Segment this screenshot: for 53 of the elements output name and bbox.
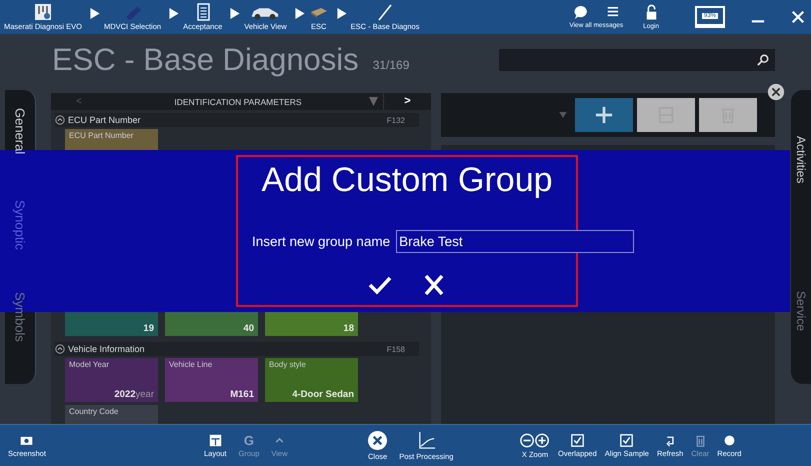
- arrow-icon: [90, 8, 100, 18]
- side-tab[interactable]: Service: [794, 291, 808, 332]
- collapse-icon[interactable]: [55, 115, 65, 125]
- panel-header: IDENTIFICATION PARAMETERS: [173, 96, 303, 106]
- record-icon: [722, 434, 736, 446]
- search-field[interactable]: [499, 49, 775, 71]
- input-field[interactable]: Brake Test: [396, 230, 634, 253]
- unlocked-icon: [646, 4, 657, 21]
- tile-value: 4-Door Sedan: [291, 389, 354, 400]
- checkmark-icon[interactable]: [368, 275, 392, 295]
- arrow-icon: [230, 8, 240, 18]
- page-counter: 31/169: [372, 58, 410, 72]
- side-tab[interactable]: Symbols: [12, 292, 28, 384]
- group-code: F158: [386, 344, 405, 354]
- tile-value: 2022year: [113, 389, 154, 400]
- group-code: F132: [386, 116, 405, 124]
- arrow-icon: [336, 8, 347, 18]
- collapse-icon[interactable]: [55, 344, 65, 354]
- tile-value: M161: [229, 389, 254, 400]
- tile-label: Vehicle Line: [169, 360, 214, 369]
- page-title: ESC - Base Diagnosis: [52, 42, 359, 78]
- tile-value: 40: [242, 323, 254, 334]
- group-name: Vehicle Information: [68, 344, 145, 354]
- search-icon: [757, 54, 769, 66]
- dialog-title: Add Custom Group: [261, 161, 553, 200]
- add-button[interactable]: [575, 98, 633, 132]
- close-icon[interactable]: [422, 275, 446, 295]
- close-icon[interactable]: [791, 10, 805, 24]
- field-label: Insert new group name: [252, 234, 390, 249]
- close-icon[interactable]: [767, 83, 785, 101]
- zoom-icon: [520, 432, 550, 448]
- tools-icon: [32, 3, 53, 21]
- group-header[interactable]: ECU Part Number F132: [55, 113, 419, 127]
- plus-icon: [595, 106, 613, 124]
- filter-icon[interactable]: [369, 97, 378, 106]
- chat-icon: [573, 5, 588, 20]
- close-icon: [368, 430, 388, 450]
- tile-value: 19: [142, 323, 154, 334]
- group-name: ECU Part Number: [68, 115, 141, 125]
- layout-icon: [208, 434, 222, 446]
- tile-label: Model Year: [69, 360, 110, 369]
- tile-label: ECU Part Number: [69, 131, 134, 140]
- next-button[interactable]: >: [383, 93, 431, 110]
- side-tab[interactable]: Activities: [794, 136, 808, 184]
- arrow-icon: [169, 8, 180, 18]
- line-chart-icon: [416, 430, 436, 450]
- arrow-icon: [294, 8, 305, 18]
- trash-icon: [694, 434, 707, 446]
- tile-label: Body style: [269, 360, 307, 369]
- tile-label: Country Code: [69, 407, 120, 416]
- group-header[interactable]: Vehicle Information F158: [55, 342, 419, 356]
- tile-value: 18: [342, 323, 354, 334]
- side-tab[interactable]: General: [12, 108, 28, 200]
